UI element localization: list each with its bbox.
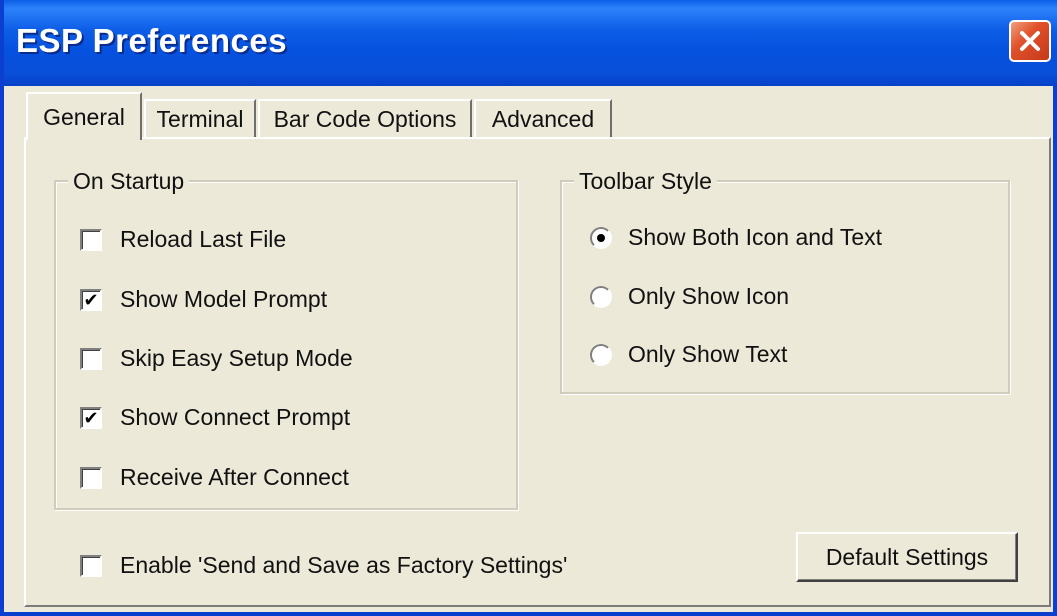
tab-terminal[interactable]: Terminal xyxy=(144,99,256,137)
tab-general-label: General xyxy=(43,103,125,130)
receive-after-connect-label: Receive After Connect xyxy=(120,464,349,490)
close-button[interactable] xyxy=(1009,20,1051,62)
tab-bar-code-options-label: Bar Code Options xyxy=(273,105,457,132)
enable-factory-settings-label: Enable 'Send and Save as Factory Setting… xyxy=(120,552,568,578)
show-model-prompt-checkbox[interactable]: ✔ xyxy=(80,288,102,311)
tab-terminal-label: Terminal xyxy=(156,105,244,132)
only-show-icon-option[interactable]: Only Show Icon xyxy=(590,283,789,310)
checkmark-icon: ✔ xyxy=(83,289,99,310)
toolbar-style-label: Toolbar Style xyxy=(574,168,717,195)
skip-easy-setup-mode-option[interactable]: Skip Easy Setup Mode xyxy=(80,345,353,372)
receive-after-connect-checkbox[interactable] xyxy=(80,466,102,489)
show-connect-prompt-option[interactable]: ✔ Show Connect Prompt xyxy=(80,404,350,431)
show-connect-prompt-label: Show Connect Prompt xyxy=(120,404,351,430)
skip-easy-setup-mode-label: Skip Easy Setup Mode xyxy=(120,345,353,371)
receive-after-connect-option[interactable]: Receive After Connect xyxy=(80,464,349,491)
reload-last-file-checkbox[interactable] xyxy=(80,228,102,251)
close-icon xyxy=(1020,31,1040,51)
on-startup-label: On Startup xyxy=(68,168,190,195)
show-model-prompt-option[interactable]: ✔ Show Model Prompt xyxy=(80,286,327,313)
tab-bar-code-options[interactable]: Bar Code Options xyxy=(258,99,472,137)
only-show-icon-label: Only Show Icon xyxy=(628,283,790,309)
enable-factory-settings-checkbox[interactable] xyxy=(80,554,102,577)
window-title: ESP Preferences xyxy=(16,22,288,59)
reload-last-file-option[interactable]: Reload Last File xyxy=(80,226,286,253)
skip-easy-setup-mode-checkbox[interactable] xyxy=(80,347,102,370)
tab-advanced[interactable]: Advanced xyxy=(474,99,612,137)
reload-last-file-label: Reload Last File xyxy=(120,226,287,252)
show-both-icon-and-text-radio[interactable] xyxy=(590,226,612,249)
show-both-icon-and-text-label: Show Both Icon and Text xyxy=(628,224,883,250)
default-settings-button[interactable]: Default Settings xyxy=(796,532,1018,582)
show-connect-prompt-checkbox[interactable]: ✔ xyxy=(80,406,102,429)
only-show-text-label: Only Show Text xyxy=(628,341,788,367)
only-show-text-radio[interactable] xyxy=(590,343,612,366)
preferences-window: ESP Preferences General Terminal Bar Cod… xyxy=(0,0,1057,616)
radio-dot-icon xyxy=(597,233,605,242)
only-show-text-option[interactable]: Only Show Text xyxy=(590,341,787,368)
only-show-icon-radio[interactable] xyxy=(590,285,612,308)
tab-advanced-label: Advanced xyxy=(491,105,595,132)
tab-general[interactable]: General xyxy=(26,92,142,140)
title-bar[interactable]: ESP Preferences xyxy=(4,0,1057,86)
checkmark-icon: ✔ xyxy=(83,407,99,428)
default-settings-button-label: Default Settings xyxy=(825,543,989,570)
show-both-icon-and-text-option[interactable]: Show Both Icon and Text xyxy=(590,224,882,251)
show-model-prompt-label: Show Model Prompt xyxy=(120,286,328,312)
enable-factory-settings-option[interactable]: Enable 'Send and Save as Factory Setting… xyxy=(80,552,567,579)
